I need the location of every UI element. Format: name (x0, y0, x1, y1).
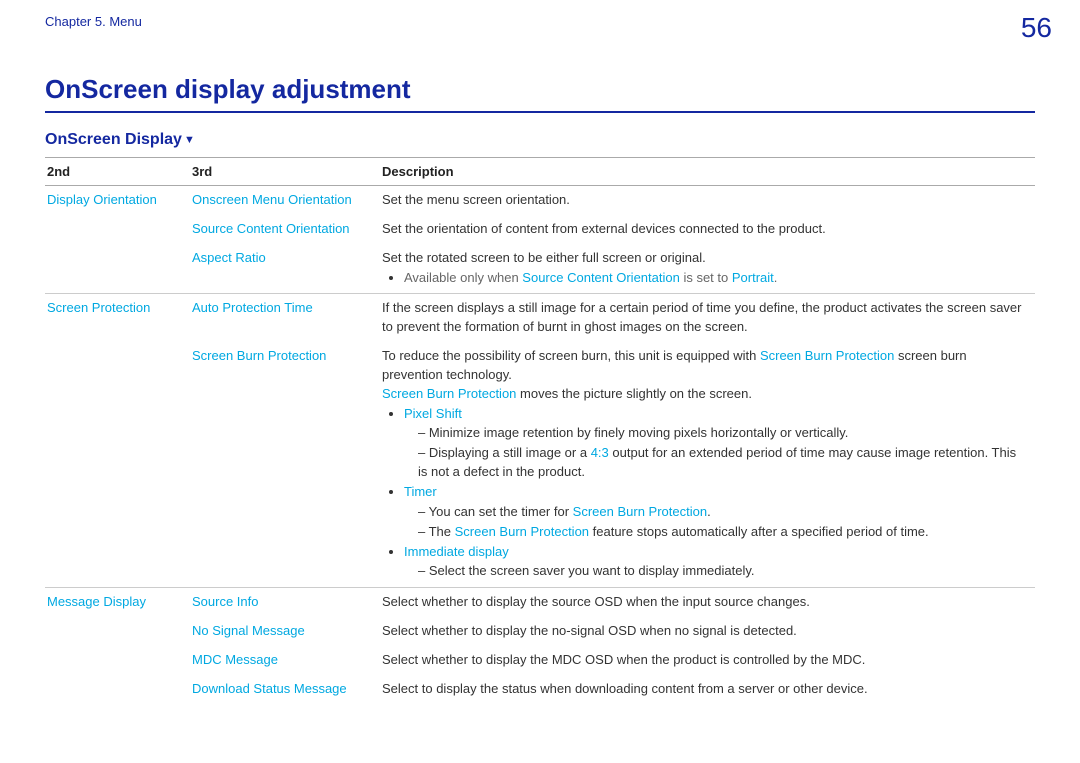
moves-suffix: moves the picture slightly on the screen… (516, 386, 752, 401)
list-item: Select the screen saver you want to disp… (418, 562, 1027, 581)
avail-suffix: . (774, 270, 778, 285)
pixel-shift-label: Pixel Shift (404, 406, 462, 421)
description-text: If the screen displays a still image for… (380, 294, 1035, 342)
table-row: Source Content Orientation Set the orien… (45, 215, 1035, 244)
second-level-item: Screen Protection (45, 294, 190, 342)
screen-burn-link: Screen Burn Protection (455, 524, 589, 539)
table-header-row: 2nd 3rd Description (45, 158, 1035, 186)
timer-label: Timer (404, 484, 437, 499)
third-level-item: Onscreen Menu Orientation (190, 186, 380, 215)
timer2-suffix: feature stops automatically after a spec… (589, 524, 929, 539)
aspect-ratio-desc: Set the rotated screen to be either full… (382, 250, 706, 265)
page-title: OnScreen display adjustment (45, 74, 1035, 105)
description-text: Select whether to display the no-signal … (380, 617, 1035, 646)
table-row: MDC Message Select whether to display th… (45, 646, 1035, 675)
screen-burn-link: Screen Burn Protection (382, 386, 516, 401)
table-row: Download Status Message Select to displa… (45, 675, 1035, 704)
avail-prefix: Available only when (404, 270, 522, 285)
description-text: Set the menu screen orientation. (380, 186, 1035, 215)
section-header: OnScreen Display▼ (45, 131, 1035, 149)
table-row: Screen Burn Protection To reduce the pos… (45, 342, 1035, 588)
timer1-prefix: You can set the timer for (429, 504, 573, 519)
list-item: The Screen Burn Protection feature stops… (418, 523, 1027, 542)
list-item: You can set the timer for Screen Burn Pr… (418, 503, 1027, 522)
list-item: Displaying a still image or a 4:3 output… (418, 444, 1027, 482)
col-desc-header: Description (380, 158, 1035, 186)
description-text: Set the orientation of content from exte… (380, 215, 1035, 244)
table-row: Aspect Ratio Set the rotated screen to b… (45, 244, 1035, 294)
triangle-down-icon: ▼ (184, 134, 195, 146)
availability-note: Available only when Source Content Orien… (404, 269, 1027, 288)
list-item: Minimize image retention by finely movin… (418, 424, 1027, 443)
portrait-link: Portrait (732, 270, 774, 285)
third-level-item: Source Info (190, 588, 380, 617)
table-row: No Signal Message Select whether to disp… (45, 617, 1035, 646)
third-level-item: No Signal Message (190, 617, 380, 646)
timer1-suffix: . (707, 504, 711, 519)
title-underline (45, 111, 1035, 113)
screen-burn-link: Screen Burn Protection (573, 504, 707, 519)
timer2-prefix: The (429, 524, 455, 539)
third-level-item: Source Content Orientation (190, 215, 380, 244)
pixel-shift2-prefix: Displaying a still image or a (429, 445, 591, 460)
second-level-item: Message Display (45, 588, 190, 617)
immediate-display-label: Immediate display (404, 544, 509, 559)
chapter-label: Chapter 5. Menu (45, 14, 142, 29)
col-2nd-header: 2nd (45, 158, 190, 186)
source-content-link: Source Content Orientation (522, 270, 680, 285)
avail-mid: is set to (680, 270, 732, 285)
description-text: Set the rotated screen to be either full… (380, 244, 1035, 294)
description-text: To reduce the possibility of screen burn… (380, 342, 1035, 588)
third-level-item: Aspect Ratio (190, 244, 380, 294)
col-3rd-header: 3rd (190, 158, 380, 186)
page-number: 56 (1021, 12, 1052, 44)
description-text: Select whether to display the source OSD… (380, 588, 1035, 617)
table-row: Screen Protection Auto Protection Time I… (45, 294, 1035, 342)
table-row: Message Display Source Info Select wheth… (45, 588, 1035, 617)
description-text: Select to display the status when downlo… (380, 675, 1035, 704)
second-level-item: Display Orientation (45, 186, 190, 215)
section-label: OnScreen Display (45, 131, 182, 148)
description-text: Select whether to display the MDC OSD wh… (380, 646, 1035, 675)
screen-burn-link: Screen Burn Protection (760, 348, 894, 363)
table-row: Display Orientation Onscreen Menu Orient… (45, 186, 1035, 215)
intro-prefix: To reduce the possibility of screen burn… (382, 348, 760, 363)
aspect-4-3-link: 4:3 (591, 445, 609, 460)
third-level-item: Screen Burn Protection (190, 342, 380, 588)
settings-table: 2nd 3rd Description Display Orientation … (45, 157, 1035, 704)
third-level-item: Download Status Message (190, 675, 380, 704)
third-level-item: Auto Protection Time (190, 294, 380, 342)
third-level-item: MDC Message (190, 646, 380, 675)
